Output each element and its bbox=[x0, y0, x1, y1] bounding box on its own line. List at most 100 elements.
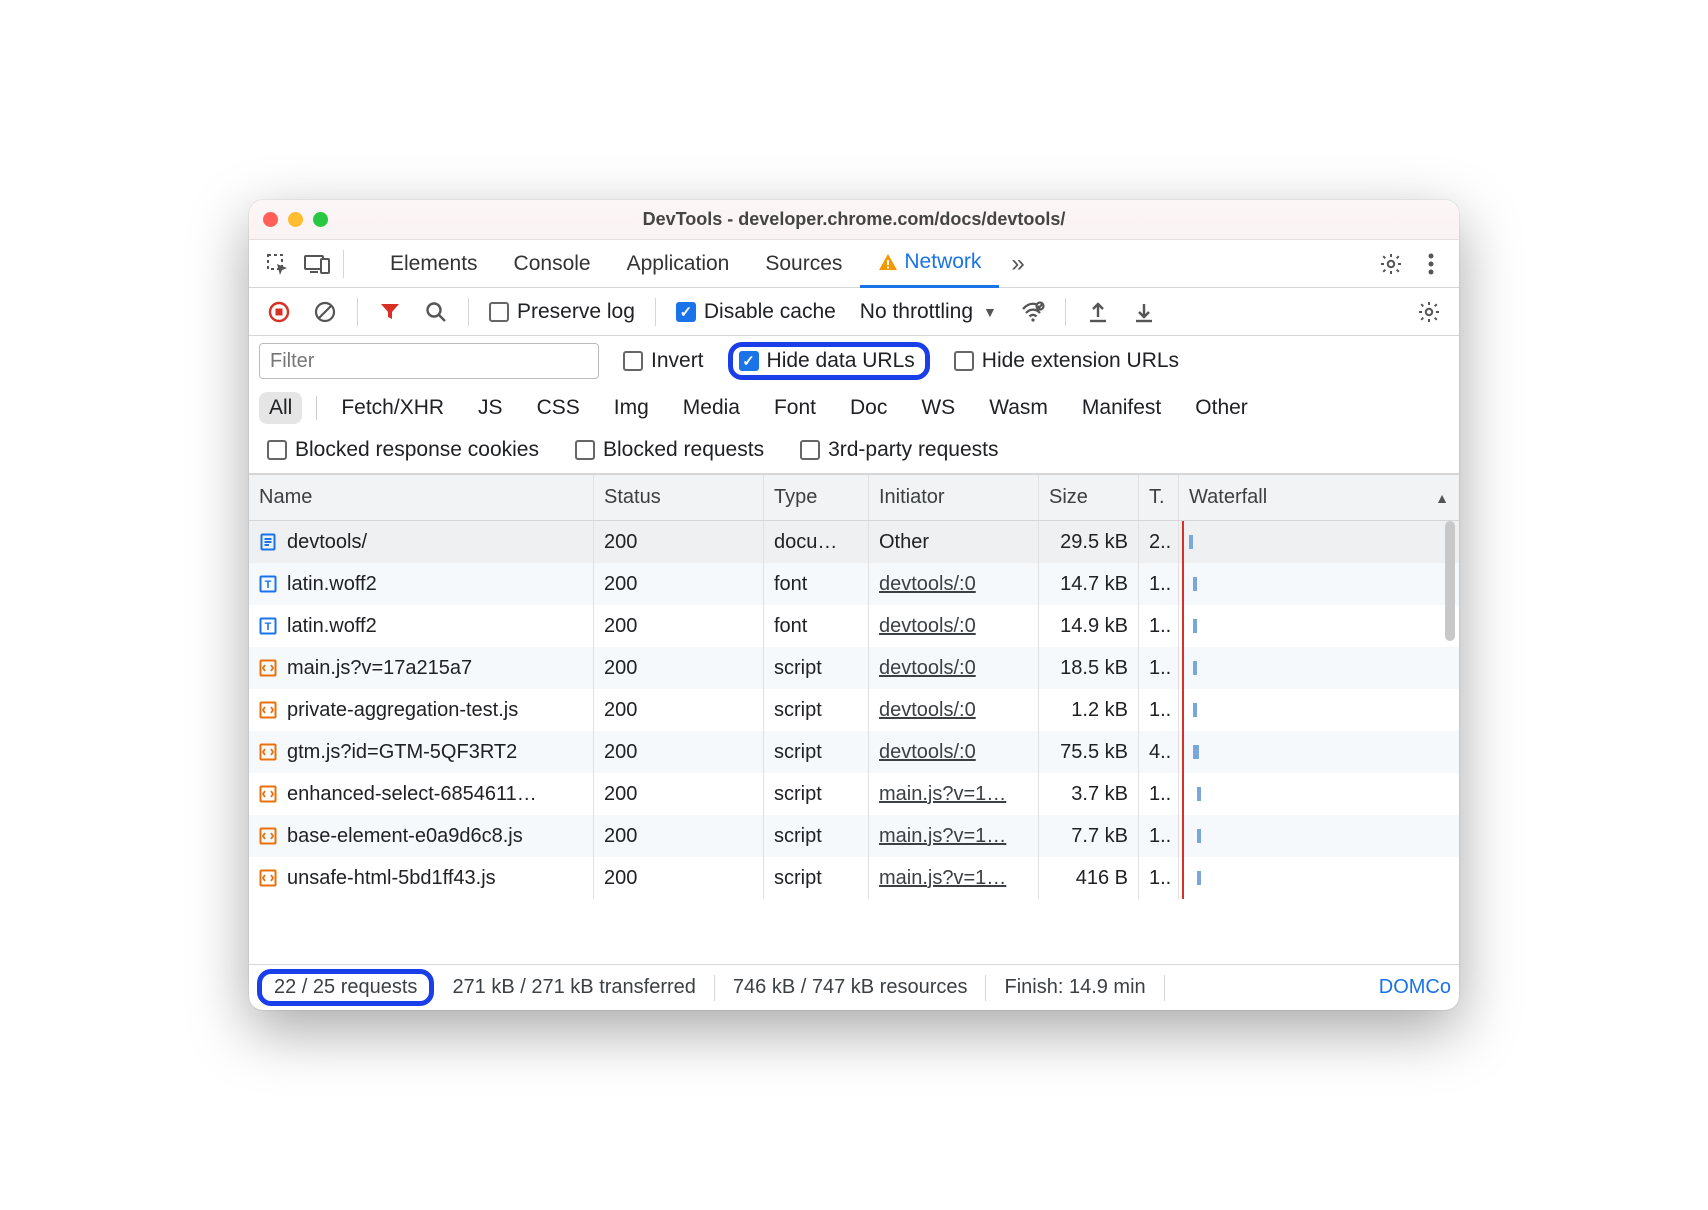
record-button[interactable] bbox=[259, 292, 299, 332]
cell-initiator: Other bbox=[869, 521, 1039, 563]
cell-waterfall bbox=[1179, 689, 1459, 731]
hide-extension-urls-checkbox[interactable]: Hide extension URLs bbox=[946, 349, 1187, 373]
type-filter-media[interactable]: Media bbox=[673, 392, 750, 424]
table-row[interactable]: devtools/200docu…Other29.5 kB2.. bbox=[249, 521, 1459, 563]
search-icon[interactable] bbox=[416, 292, 456, 332]
tab-network[interactable]: Network bbox=[860, 240, 999, 288]
network-conditions-icon[interactable] bbox=[1013, 292, 1053, 332]
col-name[interactable]: Name bbox=[249, 475, 594, 520]
cell-size: 75.5 kB bbox=[1039, 731, 1139, 773]
tab-application[interactable]: Application bbox=[609, 240, 748, 288]
cell-status: 200 bbox=[594, 689, 764, 731]
requests-count: 22 / 25 requests bbox=[274, 976, 417, 998]
clear-button[interactable] bbox=[305, 292, 345, 332]
cell-status: 200 bbox=[594, 563, 764, 605]
cell-initiator[interactable]: main.js?v=1… bbox=[869, 815, 1039, 857]
cell-initiator[interactable]: main.js?v=1… bbox=[869, 857, 1039, 899]
upload-har-icon[interactable] bbox=[1078, 292, 1118, 332]
table-row[interactable]: gtm.js?id=GTM-5QF3RT2200scriptdevtools/:… bbox=[249, 731, 1459, 773]
resources-size: 746 kB / 747 kB resources bbox=[715, 976, 986, 999]
col-waterfall[interactable]: Waterfall▲ bbox=[1179, 475, 1459, 520]
filter-row: Filter Invert ✓ Hide data URLs Hide exte… bbox=[249, 336, 1459, 386]
network-settings-icon[interactable] bbox=[1409, 292, 1449, 332]
type-filter-doc[interactable]: Doc bbox=[840, 392, 897, 424]
cell-name: unsafe-html-5bd1ff43.js bbox=[249, 857, 594, 899]
blocked-cookies-checkbox[interactable]: Blocked response cookies bbox=[259, 438, 547, 462]
network-toolbar: Preserve log ✓ Disable cache No throttli… bbox=[249, 288, 1459, 336]
cell-type: font bbox=[764, 605, 869, 647]
filter-icon[interactable] bbox=[370, 292, 410, 332]
preserve-log-checkbox[interactable]: Preserve log bbox=[481, 300, 643, 324]
checkbox-icon bbox=[800, 440, 820, 460]
table-row[interactable]: private-aggregation-test.js200scriptdevt… bbox=[249, 689, 1459, 731]
type-filter-ws[interactable]: WS bbox=[911, 392, 965, 424]
type-filter-fetchxhr[interactable]: Fetch/XHR bbox=[331, 392, 454, 424]
type-filter-css[interactable]: CSS bbox=[527, 392, 590, 424]
status-bar: 22 / 25 requests 271 kB / 271 kB transfe… bbox=[249, 964, 1459, 1010]
col-type[interactable]: Type bbox=[764, 475, 869, 520]
cell-time: 1.. bbox=[1139, 773, 1179, 815]
invert-checkbox[interactable]: Invert bbox=[615, 349, 712, 373]
hide-data-urls-checkbox[interactable]: ✓ Hide data URLs bbox=[739, 349, 915, 373]
kebab-menu-icon[interactable] bbox=[1411, 244, 1451, 284]
download-har-icon[interactable] bbox=[1124, 292, 1164, 332]
cell-name: Tlatin.woff2 bbox=[249, 605, 594, 647]
cell-initiator[interactable]: devtools/:0 bbox=[869, 731, 1039, 773]
third-party-checkbox[interactable]: 3rd-party requests bbox=[792, 438, 1006, 462]
warning-icon bbox=[878, 252, 898, 272]
checkbox-icon bbox=[954, 351, 974, 371]
cell-waterfall bbox=[1179, 731, 1459, 773]
col-size[interactable]: Size bbox=[1039, 475, 1139, 520]
table-row[interactable]: Tlatin.woff2200fontdevtools/:014.9 kB1.. bbox=[249, 605, 1459, 647]
cell-status: 200 bbox=[594, 521, 764, 563]
type-filter-other[interactable]: Other bbox=[1185, 392, 1258, 424]
col-time[interactable]: T. bbox=[1139, 475, 1179, 520]
throttling-select[interactable]: No throttling ▼ bbox=[850, 300, 1007, 324]
cell-initiator[interactable]: devtools/:0 bbox=[869, 689, 1039, 731]
cell-status: 200 bbox=[594, 605, 764, 647]
dom-content-loaded-link[interactable]: DOMCo bbox=[1361, 976, 1451, 999]
tab-elements[interactable]: Elements bbox=[372, 240, 496, 288]
table-row[interactable]: main.js?v=17a215a7200scriptdevtools/:018… bbox=[249, 647, 1459, 689]
table-row[interactable]: base-element-e0a9d6c8.js200scriptmain.js… bbox=[249, 815, 1459, 857]
table-row[interactable]: enhanced-select-6854611…200scriptmain.js… bbox=[249, 773, 1459, 815]
type-filter-all[interactable]: All bbox=[259, 392, 302, 424]
disable-cache-checkbox[interactable]: ✓ Disable cache bbox=[668, 300, 844, 324]
vertical-scrollbar[interactable] bbox=[1443, 521, 1457, 964]
cell-time: 1.. bbox=[1139, 857, 1179, 899]
type-filter-img[interactable]: Img bbox=[604, 392, 659, 424]
cell-type: script bbox=[764, 773, 869, 815]
cell-initiator[interactable]: devtools/:0 bbox=[869, 605, 1039, 647]
type-filter-js[interactable]: JS bbox=[468, 392, 513, 424]
checkbox-icon bbox=[267, 440, 287, 460]
checkbox-icon bbox=[575, 440, 595, 460]
table-row[interactable]: Tlatin.woff2200fontdevtools/:014.7 kB1.. bbox=[249, 563, 1459, 605]
tab-sources[interactable]: Sources bbox=[747, 240, 860, 288]
settings-icon[interactable] bbox=[1371, 244, 1411, 284]
scrollbar-thumb[interactable] bbox=[1445, 521, 1455, 641]
type-filter-manifest[interactable]: Manifest bbox=[1072, 392, 1171, 424]
type-filter-font[interactable]: Font bbox=[764, 392, 826, 424]
inspect-element-icon[interactable] bbox=[257, 244, 297, 284]
cell-time: 1.. bbox=[1139, 815, 1179, 857]
cell-initiator[interactable]: devtools/:0 bbox=[869, 647, 1039, 689]
table-row[interactable]: unsafe-html-5bd1ff43.js200scriptmain.js?… bbox=[249, 857, 1459, 899]
cell-size: 14.9 kB bbox=[1039, 605, 1139, 647]
type-filter-wasm[interactable]: Wasm bbox=[979, 392, 1058, 424]
cell-name: enhanced-select-6854611… bbox=[249, 773, 594, 815]
table-header: Name Status Type Initiator Size T. Water… bbox=[249, 475, 1459, 521]
col-status[interactable]: Status bbox=[594, 475, 764, 520]
window-title: DevTools - developer.chrome.com/docs/dev… bbox=[249, 209, 1459, 230]
svg-text:T: T bbox=[265, 621, 272, 633]
more-tabs-button[interactable]: » bbox=[999, 250, 1036, 278]
additional-filters-row: Blocked response cookies Blocked request… bbox=[249, 430, 1459, 474]
device-toolbar-icon[interactable] bbox=[297, 244, 337, 284]
blocked-requests-checkbox[interactable]: Blocked requests bbox=[567, 438, 772, 462]
cell-initiator[interactable]: devtools/:0 bbox=[869, 563, 1039, 605]
cell-initiator[interactable]: main.js?v=1… bbox=[869, 773, 1039, 815]
tab-console[interactable]: Console bbox=[496, 240, 609, 288]
titlebar: DevTools - developer.chrome.com/docs/dev… bbox=[249, 200, 1459, 240]
filter-input[interactable]: Filter bbox=[259, 343, 599, 379]
col-initiator[interactable]: Initiator bbox=[869, 475, 1039, 520]
cell-time: 1.. bbox=[1139, 689, 1179, 731]
